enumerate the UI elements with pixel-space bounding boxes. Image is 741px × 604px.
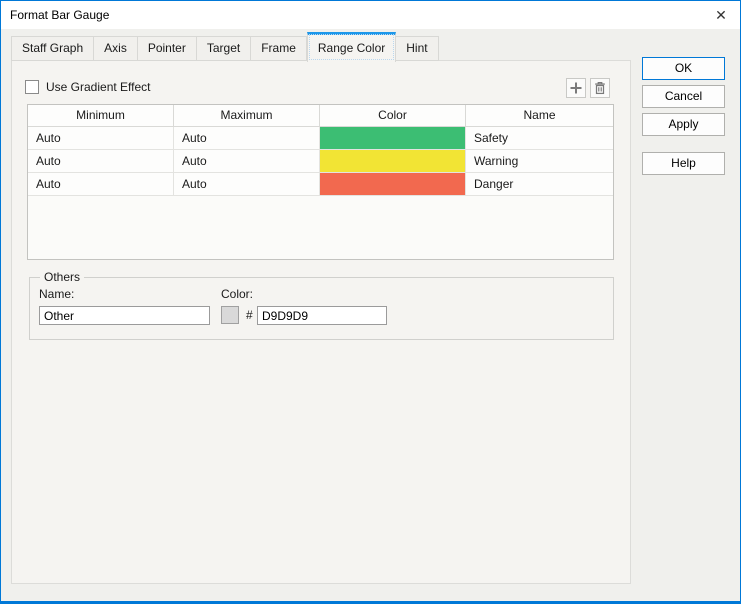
- table-cell-color-swatch[interactable]: [320, 173, 466, 196]
- table-cell-name[interactable]: Danger: [466, 173, 613, 196]
- table-cell-color-swatch[interactable]: [320, 150, 466, 173]
- trash-icon: [593, 81, 607, 95]
- column-header-minimum: Minimum: [28, 105, 174, 127]
- tab-range-color[interactable]: Range Color: [306, 32, 397, 62]
- tab-hint[interactable]: Hint: [396, 36, 439, 61]
- table-cell-maximum[interactable]: Auto: [174, 127, 320, 150]
- close-icon[interactable]: ✕: [712, 6, 730, 24]
- add-range-button[interactable]: [566, 78, 586, 98]
- cancel-button[interactable]: Cancel: [642, 85, 725, 108]
- color-label: Color:: [221, 287, 254, 301]
- table-cell-maximum[interactable]: Auto: [174, 150, 320, 173]
- other-color-swatch[interactable]: [221, 306, 239, 324]
- range-color-panel: Use Gradient Effect Minimum Maximum Colo…: [11, 60, 631, 584]
- table-cell-minimum[interactable]: Auto: [28, 150, 174, 173]
- column-header-color: Color: [320, 105, 466, 127]
- table-cell-name[interactable]: Safety: [466, 127, 613, 150]
- name-label: Name:: [39, 287, 75, 301]
- format-bar-gauge-dialog: Format Bar Gauge ✕ Staff Graph Axis Poin…: [0, 0, 741, 604]
- range-color-table: Minimum Maximum Color Name Auto Auto Saf…: [27, 104, 614, 260]
- tab-staff-graph[interactable]: Staff Graph: [11, 36, 95, 61]
- ok-button[interactable]: OK: [642, 57, 725, 80]
- use-gradient-label: Use Gradient Effect: [46, 80, 151, 94]
- table-cell-minimum[interactable]: Auto: [28, 127, 174, 150]
- tab-pointer[interactable]: Pointer: [137, 36, 197, 61]
- table-cell-name[interactable]: Warning: [466, 150, 613, 173]
- delete-range-button[interactable]: [590, 78, 610, 98]
- column-header-name: Name: [466, 105, 613, 127]
- table-cell-maximum[interactable]: Auto: [174, 173, 320, 196]
- window-title: Format Bar Gauge: [10, 8, 110, 22]
- tab-target[interactable]: Target: [196, 36, 252, 61]
- column-header-maximum: Maximum: [174, 105, 320, 127]
- table-cell-minimum[interactable]: Auto: [28, 173, 174, 196]
- table-cell-color-swatch[interactable]: [320, 127, 466, 150]
- hash-label: #: [246, 308, 253, 322]
- other-name-input[interactable]: [39, 306, 210, 325]
- others-groupbox: Others Name: Color: #: [29, 271, 614, 340]
- plus-icon: [569, 81, 583, 95]
- tab-axis[interactable]: Axis: [94, 36, 138, 61]
- use-gradient-checkbox[interactable]: [25, 80, 39, 94]
- tab-frame[interactable]: Frame: [251, 36, 307, 61]
- tab-bar: Staff Graph Axis Pointer Target Frame Ra…: [11, 31, 439, 62]
- help-button[interactable]: Help: [642, 152, 725, 175]
- apply-button[interactable]: Apply: [642, 113, 725, 136]
- others-legend: Others: [40, 271, 85, 284]
- titlebar[interactable]: Format Bar Gauge ✕: [1, 1, 740, 29]
- other-color-hex-input[interactable]: [257, 306, 387, 325]
